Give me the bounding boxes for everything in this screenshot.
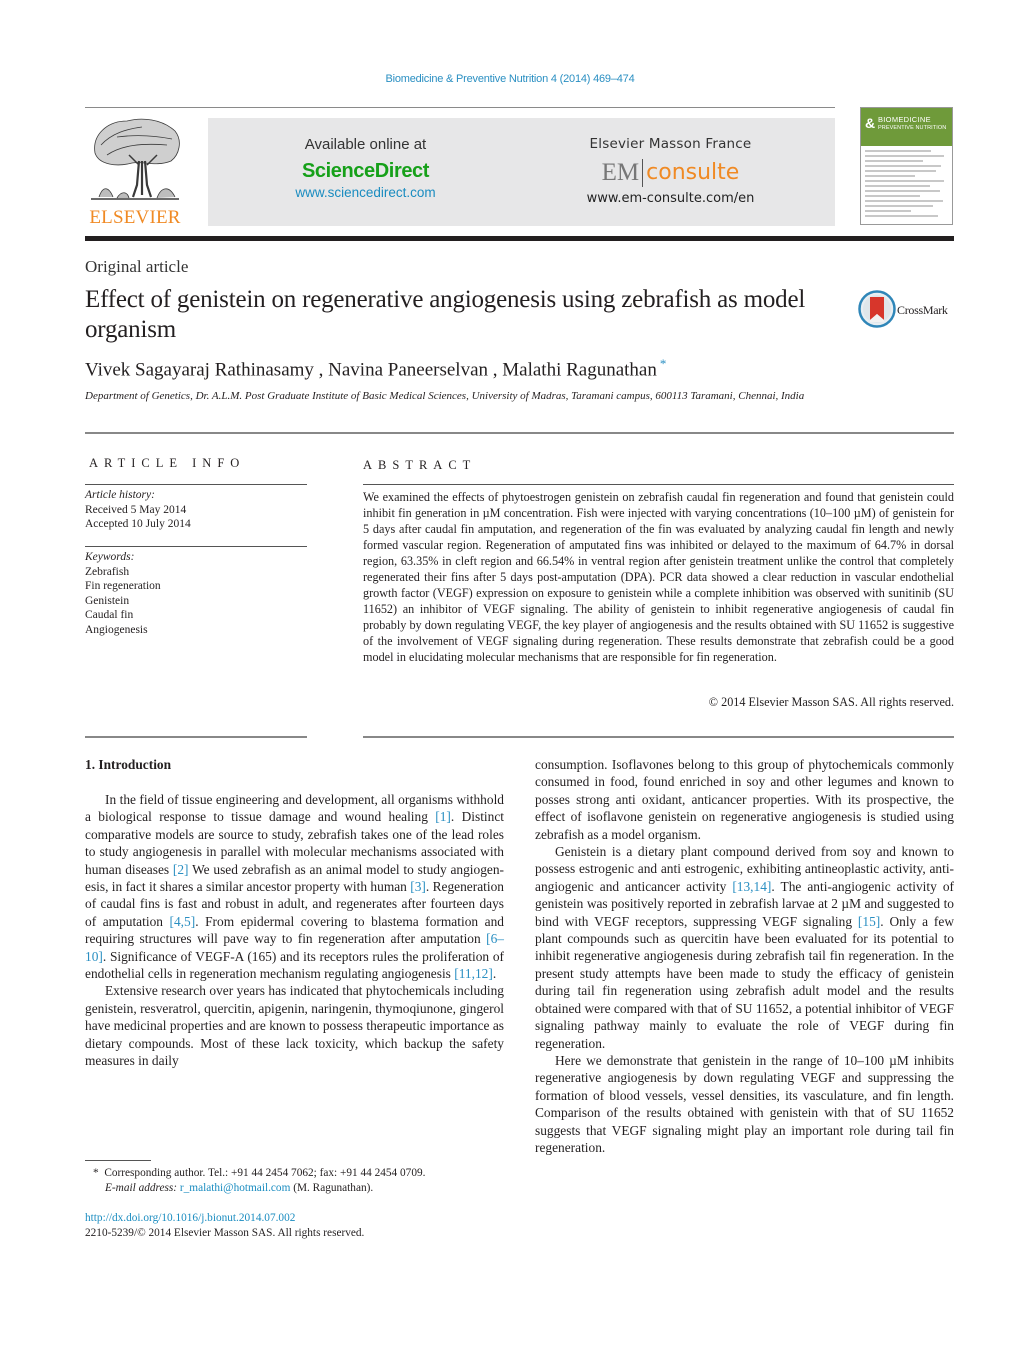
available-online-label: Available online at <box>304 136 427 153</box>
corresponding-author-note: Corresponding author. Tel.: +91 44 2454 … <box>104 1167 426 1179</box>
body-column-right: consumption. Isoflavones belong to this … <box>535 756 954 1156</box>
paragraph: Here we demonstrate that genistein in th… <box>535 1052 954 1155</box>
email-link[interactable]: r_malathi@hotmail.com <box>180 1182 290 1194</box>
abstract-heading: ABSTRACT <box>363 458 477 472</box>
citation-link[interactable]: [13,14] <box>732 879 771 894</box>
citation-link[interactable]: [4,5] <box>170 914 196 929</box>
article-history-label: Article history: <box>85 489 155 501</box>
header-thick-divider <box>85 236 954 241</box>
abstract-copyright: © 2014 Elsevier Masson SAS. All rights r… <box>708 695 954 709</box>
article-info-divider <box>85 546 307 547</box>
citation-link[interactable]: [11,12] <box>454 966 493 981</box>
body-column-left: In the field of tissue engineering and d… <box>85 791 504 1070</box>
cover-title-line-1: BIOMEDICINE <box>878 115 931 124</box>
abstract-divider <box>363 484 954 485</box>
author-list: Vivek Sagayaraj Rathinasamy , Navina Pan… <box>85 356 666 381</box>
article-info-divider <box>85 484 307 485</box>
keywords-label: Keywords: <box>85 551 135 563</box>
crossmark-label: CrossMark <box>897 303 948 317</box>
paragraph: Extensive research over years has indica… <box>85 983 504 1069</box>
sciencedirect-link[interactable]: www.sciencedirect.com <box>263 185 468 200</box>
abstract-text: We examined the effects of phytoestrogen… <box>363 490 954 664</box>
article-history: Article history: Received 5 May 2014 Acc… <box>85 488 191 532</box>
cover-header: & BIOMEDICINE PREVENTIVE NUTRITION <box>861 108 952 146</box>
keywords: Keywords: Zebrafish Fin regeneration Gen… <box>85 550 161 637</box>
elsevier-logo[interactable]: ELSEVIER <box>85 115 185 230</box>
author-separator: , <box>313 359 329 381</box>
paragraph-text: . Only a few plant compounds such as que… <box>535 913 954 1051</box>
journal-cover-thumbnail[interactable]: & BIOMEDICINE PREVENTIVE NUTRITION <box>860 107 953 225</box>
sciencedirect-logo[interactable]: ScienceDirect <box>263 160 468 183</box>
citation-link[interactable]: [3] <box>410 879 426 894</box>
author-name[interactable]: Vivek Sagayaraj Rathinasamy <box>85 359 314 380</box>
crossmark-button[interactable]: CrossMark <box>858 290 958 330</box>
citation-link[interactable]: [1] <box>435 809 451 824</box>
article-title: Effect of genistein on regenerative angi… <box>85 286 806 343</box>
article-info-heading: ARTICLE INFO <box>89 456 246 470</box>
paragraph-text: . <box>492 966 497 982</box>
email-suffix: (M. Ragunathan). <box>290 1182 374 1194</box>
footnote-divider <box>85 1160 151 1161</box>
footnote-marker: * <box>93 1167 99 1179</box>
elsevier-tree-icon <box>91 118 180 200</box>
cover-ampersand: & <box>865 115 876 131</box>
doi-block: http://dx.doi.org/10.1016/j.bionut.2014.… <box>85 1211 364 1241</box>
issn-copyright: 2210-5239/© 2014 Elsevier Masson SAS. Al… <box>85 1227 365 1239</box>
abstract-bottom-divider <box>363 736 954 738</box>
publisher-label: Elsevier Masson France <box>589 136 752 152</box>
header-divider <box>85 432 954 434</box>
journal-reference[interactable]: Biomedicine & Preventive Nutrition 4 (20… <box>0 73 1020 85</box>
footnote: * Corresponding author. Tel.: +91 44 245… <box>93 1166 425 1196</box>
article-type: Original article <box>85 257 189 276</box>
citation-link[interactable]: [2] <box>173 862 189 877</box>
introduction-heading: 1. Introduction <box>85 757 172 772</box>
cover-title-line-2: PREVENTIVE NUTRITION <box>878 125 947 131</box>
affiliation: Department of Genetics, Dr. A.L.M. Post … <box>85 390 805 402</box>
author-separator: , <box>488 359 503 381</box>
paragraph: Genistein is a dietary plant compound de… <box>535 843 954 1052</box>
emconsulte-link[interactable]: www.em-consulte.com/en <box>563 191 778 206</box>
keyword: Fin regeneration <box>85 580 161 592</box>
article-info-bottom-divider <box>85 736 307 738</box>
emconsulte-block: Elsevier Masson France EM consulte www.e… <box>563 136 778 206</box>
received-date: Received 5 May 2014 <box>85 503 187 516</box>
keyword: Caudal fin <box>85 609 134 621</box>
author-name[interactable]: Malathi Ragunathan <box>502 359 657 380</box>
paragraph: In the field of tissue engineering and d… <box>85 791 504 982</box>
paragraph-text: . Signif­icance of VEGF-A (165) and its … <box>85 948 504 982</box>
author-name[interactable]: Navina Paneerselvan <box>328 359 488 380</box>
elsevier-wordmark: ELSEVIER <box>89 207 181 228</box>
cover-contents <box>865 150 948 220</box>
keyword: Angiogenesis <box>85 623 148 636</box>
paragraph: consumption. Isoflavones belong to this … <box>535 757 954 842</box>
availability-banner: Available online at ScienceDirect www.sc… <box>208 118 835 226</box>
citation-link[interactable]: [15] <box>858 914 880 929</box>
keyword: Genistein <box>85 594 130 607</box>
top-divider <box>85 107 835 108</box>
doi-link[interactable]: http://dx.doi.org/10.1016/j.bionut.2014.… <box>85 1211 364 1226</box>
crossmark-icon <box>858 290 896 328</box>
keyword: Zebrafish <box>85 565 130 578</box>
sciencedirect-block: Available online at ScienceDirect www.sc… <box>263 136 468 200</box>
emconsulte-logo[interactable]: EM consulte <box>563 158 778 188</box>
accepted-date: Accepted 10 July 2014 <box>85 518 191 530</box>
emconsulte-logo-em: EM <box>602 159 644 187</box>
emconsulte-logo-consulte: consulte <box>646 160 740 185</box>
email-label: E-mail address: <box>105 1182 178 1194</box>
corresponding-author-marker[interactable]: * <box>660 356 667 371</box>
